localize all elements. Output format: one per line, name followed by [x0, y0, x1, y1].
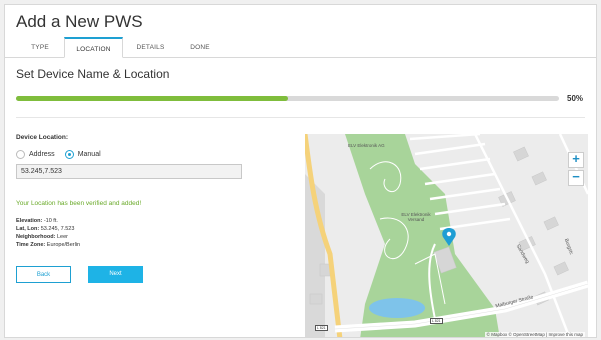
progress-bar	[16, 96, 559, 101]
header: Add a New PWS TYPE LOCATION DETAILS DONE	[5, 5, 596, 58]
zoom-out-button[interactable]: −	[568, 170, 584, 186]
radio-manual[interactable]: Manual	[64, 150, 101, 159]
form-buttons: Back Next	[16, 266, 296, 283]
latlon-label: Lat, Lon:	[16, 226, 40, 232]
radio-manual-label: Manual	[77, 151, 101, 158]
neighborhood-value: Leer	[56, 234, 68, 240]
verified-message: Your Location has been verified and adde…	[16, 200, 142, 207]
road-sign-l821-left: L 821	[315, 325, 328, 331]
map-attribution[interactable]: © Mapbox © OpenStreetMap | Improve this …	[484, 332, 585, 337]
road-sign-l821-center: L 821	[430, 318, 443, 324]
latlon-value: 53.245, 7.523	[40, 226, 75, 232]
poi-elv-versand: ELV Elektronik Versand	[401, 212, 431, 222]
elevation-row: Elevation: -10 ft.	[16, 217, 296, 225]
latlon-row: Lat, Lon: 53.245, 7.523	[16, 225, 296, 233]
progress-label: 50%	[567, 94, 584, 103]
tab-done[interactable]: DONE	[178, 37, 222, 58]
radio-manual-circle[interactable]	[64, 150, 74, 159]
neighborhood-label: Neighborhood:	[16, 234, 56, 240]
location-form: Device Location: Address Manual 53.245,7…	[16, 134, 296, 283]
neighborhood-row: Neighborhood: Leer	[16, 233, 296, 241]
wizard-tabs: TYPE LOCATION DETAILS DONE	[16, 37, 222, 58]
elevation-value: -10 ft.	[43, 218, 58, 224]
location-map[interactable]: + − ELV Elektronik AG ELV Elektronik Ver…	[305, 134, 588, 338]
radio-address-circle[interactable]	[16, 150, 25, 159]
location-mode-radios: Address Manual	[16, 150, 296, 159]
map-canvas[interactable]	[305, 134, 588, 338]
back-button[interactable]: Back	[16, 266, 71, 283]
tab-details[interactable]: DETAILS	[123, 37, 178, 58]
location-info: Elevation: -10 ft. Lat, Lon: 53.245, 7.5…	[16, 217, 296, 249]
radio-address-label: Address	[29, 151, 55, 158]
zoom-in-button[interactable]: +	[568, 152, 584, 168]
poi-elv-ag: ELV Elektronik AG	[348, 143, 385, 148]
section-title: Set Device Name & Location	[16, 67, 170, 81]
timezone-label: Time Zone:	[16, 242, 46, 248]
page-title: Add a New PWS	[16, 12, 143, 31]
tab-type[interactable]: TYPE	[16, 37, 64, 58]
window: Add a New PWS TYPE LOCATION DETAILS DONE…	[4, 4, 597, 338]
elevation-label: Elevation:	[16, 218, 43, 224]
lake	[369, 298, 425, 318]
device-location-label: Device Location:	[16, 134, 69, 141]
radio-address[interactable]: Address	[16, 150, 55, 159]
tab-location[interactable]: LOCATION	[64, 37, 123, 58]
progress-fill	[16, 96, 288, 101]
timezone-value: Europe/Berlin	[46, 242, 81, 248]
timezone-row: Time Zone: Europe/Berlin	[16, 241, 296, 249]
coordinates-input[interactable]: 53.245,7.523	[16, 164, 242, 179]
next-button[interactable]: Next	[88, 266, 143, 283]
divider	[16, 117, 585, 118]
